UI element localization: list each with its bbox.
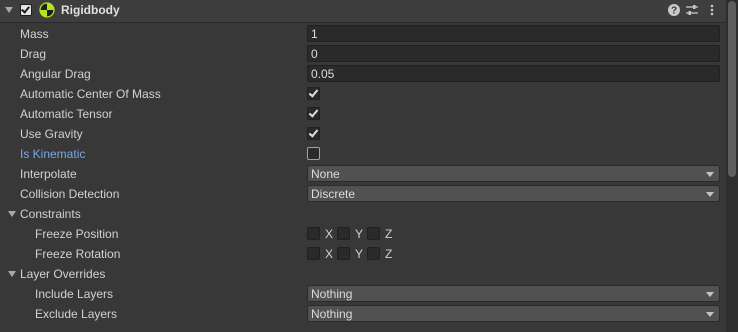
- angular-drag-row: Angular Drag 0.05: [0, 64, 726, 84]
- rigidbody-icon: [39, 2, 55, 18]
- layer-overrides-foldout[interactable]: Layer Overrides: [0, 264, 726, 284]
- presets-icon[interactable]: [685, 3, 699, 17]
- freeze-position-x-checkbox[interactable]: [307, 227, 320, 240]
- auto-tensor-label: Automatic Tensor: [20, 107, 113, 121]
- freeze-rotation-label: Freeze Rotation: [35, 247, 121, 261]
- chevron-down-icon: [706, 192, 714, 197]
- menu-icon[interactable]: [705, 3, 719, 17]
- component-enable-checkbox[interactable]: [20, 4, 32, 16]
- freeze-rotation-y-checkbox[interactable]: [337, 247, 350, 260]
- exclude-layers-row: Exclude Layers Nothing: [0, 304, 726, 324]
- freeze-position-z-checkbox[interactable]: [367, 227, 380, 240]
- axis-label: Z: [385, 227, 393, 241]
- chevron-down-icon: [706, 312, 714, 317]
- drag-row: Drag 0: [0, 44, 726, 64]
- include-layers-value: Nothing: [311, 287, 353, 301]
- include-layers-label: Include Layers: [35, 287, 114, 301]
- interpolate-value: None: [311, 167, 340, 181]
- component-title: Rigidbody: [61, 3, 120, 17]
- layer-overrides-label: Layer Overrides: [20, 267, 106, 281]
- help-icon[interactable]: ?: [667, 3, 681, 17]
- auto-tensor-row: Automatic Tensor: [0, 104, 726, 124]
- collision-label: Collision Detection: [20, 187, 120, 201]
- axis-label: Y: [355, 227, 364, 241]
- drag-label: Drag: [20, 47, 47, 61]
- auto-com-label: Automatic Center Of Mass: [20, 87, 161, 101]
- svg-text:?: ?: [671, 6, 677, 17]
- axis-label: X: [325, 227, 334, 241]
- angular-drag-field[interactable]: 0.05: [307, 65, 720, 82]
- mass-field[interactable]: 1: [307, 25, 720, 42]
- use-gravity-row: Use Gravity: [0, 124, 726, 144]
- freeze-position-y-checkbox[interactable]: [337, 227, 350, 240]
- chevron-down-icon: [706, 172, 714, 177]
- foldout-arrow-icon[interactable]: [5, 7, 13, 13]
- freeze-position-row: Freeze Position X Y Z: [0, 224, 726, 244]
- include-layers-row: Include Layers Nothing: [0, 284, 726, 304]
- chevron-down-icon: [706, 292, 714, 297]
- axis-label: Z: [385, 247, 393, 261]
- foldout-arrow-icon[interactable]: [8, 271, 16, 277]
- exclude-layers-dropdown[interactable]: Nothing: [307, 305, 720, 322]
- collision-row: Collision Detection Discrete: [0, 184, 726, 204]
- mass-label: Mass: [20, 27, 49, 41]
- exclude-layers-value: Nothing: [311, 307, 353, 321]
- foldout-arrow-icon[interactable]: [8, 211, 16, 217]
- scrollbar-thumb[interactable]: [728, 1, 736, 177]
- auto-com-row: Automatic Center Of Mass: [0, 84, 726, 104]
- angular-drag-label: Angular Drag: [20, 67, 91, 81]
- interpolate-dropdown[interactable]: None: [307, 165, 720, 182]
- exclude-layers-label: Exclude Layers: [35, 307, 118, 321]
- freeze-rotation-x-checkbox[interactable]: [307, 247, 320, 260]
- constraints-label: Constraints: [20, 207, 81, 221]
- component-header[interactable]: Rigidbody ?: [0, 0, 726, 23]
- collision-value: Discrete: [311, 187, 356, 201]
- freeze-rotation-row: Freeze Rotation X Y Z: [0, 244, 726, 264]
- use-gravity-checkbox[interactable]: [307, 127, 320, 140]
- axis-label: X: [325, 247, 334, 261]
- is-kinematic-row: Is Kinematic: [0, 144, 726, 164]
- constraints-foldout[interactable]: Constraints: [0, 204, 726, 224]
- interpolate-label: Interpolate: [20, 167, 77, 181]
- axis-label: Y: [355, 247, 364, 261]
- auto-tensor-checkbox[interactable]: [307, 107, 320, 120]
- include-layers-dropdown[interactable]: Nothing: [307, 285, 720, 302]
- freeze-position-label: Freeze Position: [35, 227, 119, 241]
- vertical-scrollbar[interactable]: [726, 0, 738, 332]
- use-gravity-label: Use Gravity: [20, 127, 83, 141]
- mass-row: Mass 1: [0, 24, 726, 44]
- is-kinematic-checkbox[interactable]: [307, 147, 320, 160]
- is-kinematic-label: Is Kinematic: [20, 147, 86, 161]
- collision-dropdown[interactable]: Discrete: [307, 185, 720, 202]
- auto-com-checkbox[interactable]: [307, 87, 320, 100]
- drag-field[interactable]: 0: [307, 45, 720, 62]
- interpolate-row: Interpolate None: [0, 164, 726, 184]
- freeze-rotation-z-checkbox[interactable]: [367, 247, 380, 260]
